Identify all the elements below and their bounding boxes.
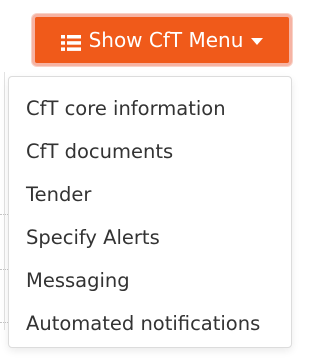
menu-item-cft-documents[interactable]: CfT documents: [9, 130, 291, 173]
menu-item-automated-notifications[interactable]: Automated notifications: [9, 302, 291, 345]
background-panel-edge: [0, 72, 5, 330]
menu-item-tender[interactable]: Tender: [9, 173, 291, 216]
menu-item-messaging[interactable]: Messaging: [9, 259, 291, 302]
cft-dropdown-menu: CfT core information CfT documents Tende…: [8, 76, 292, 348]
show-cft-menu-button[interactable]: Show CfT Menu: [32, 14, 292, 66]
caret-down-icon: [251, 37, 264, 45]
show-cft-menu-label: Show CfT Menu: [88, 28, 244, 52]
menu-item-cft-core-information[interactable]: CfT core information: [9, 87, 291, 130]
menu-item-specify-alerts[interactable]: Specify Alerts: [9, 216, 291, 259]
list-icon: [60, 32, 81, 51]
page: Show CfT Menu CfT core information CfT d…: [0, 0, 295, 358]
